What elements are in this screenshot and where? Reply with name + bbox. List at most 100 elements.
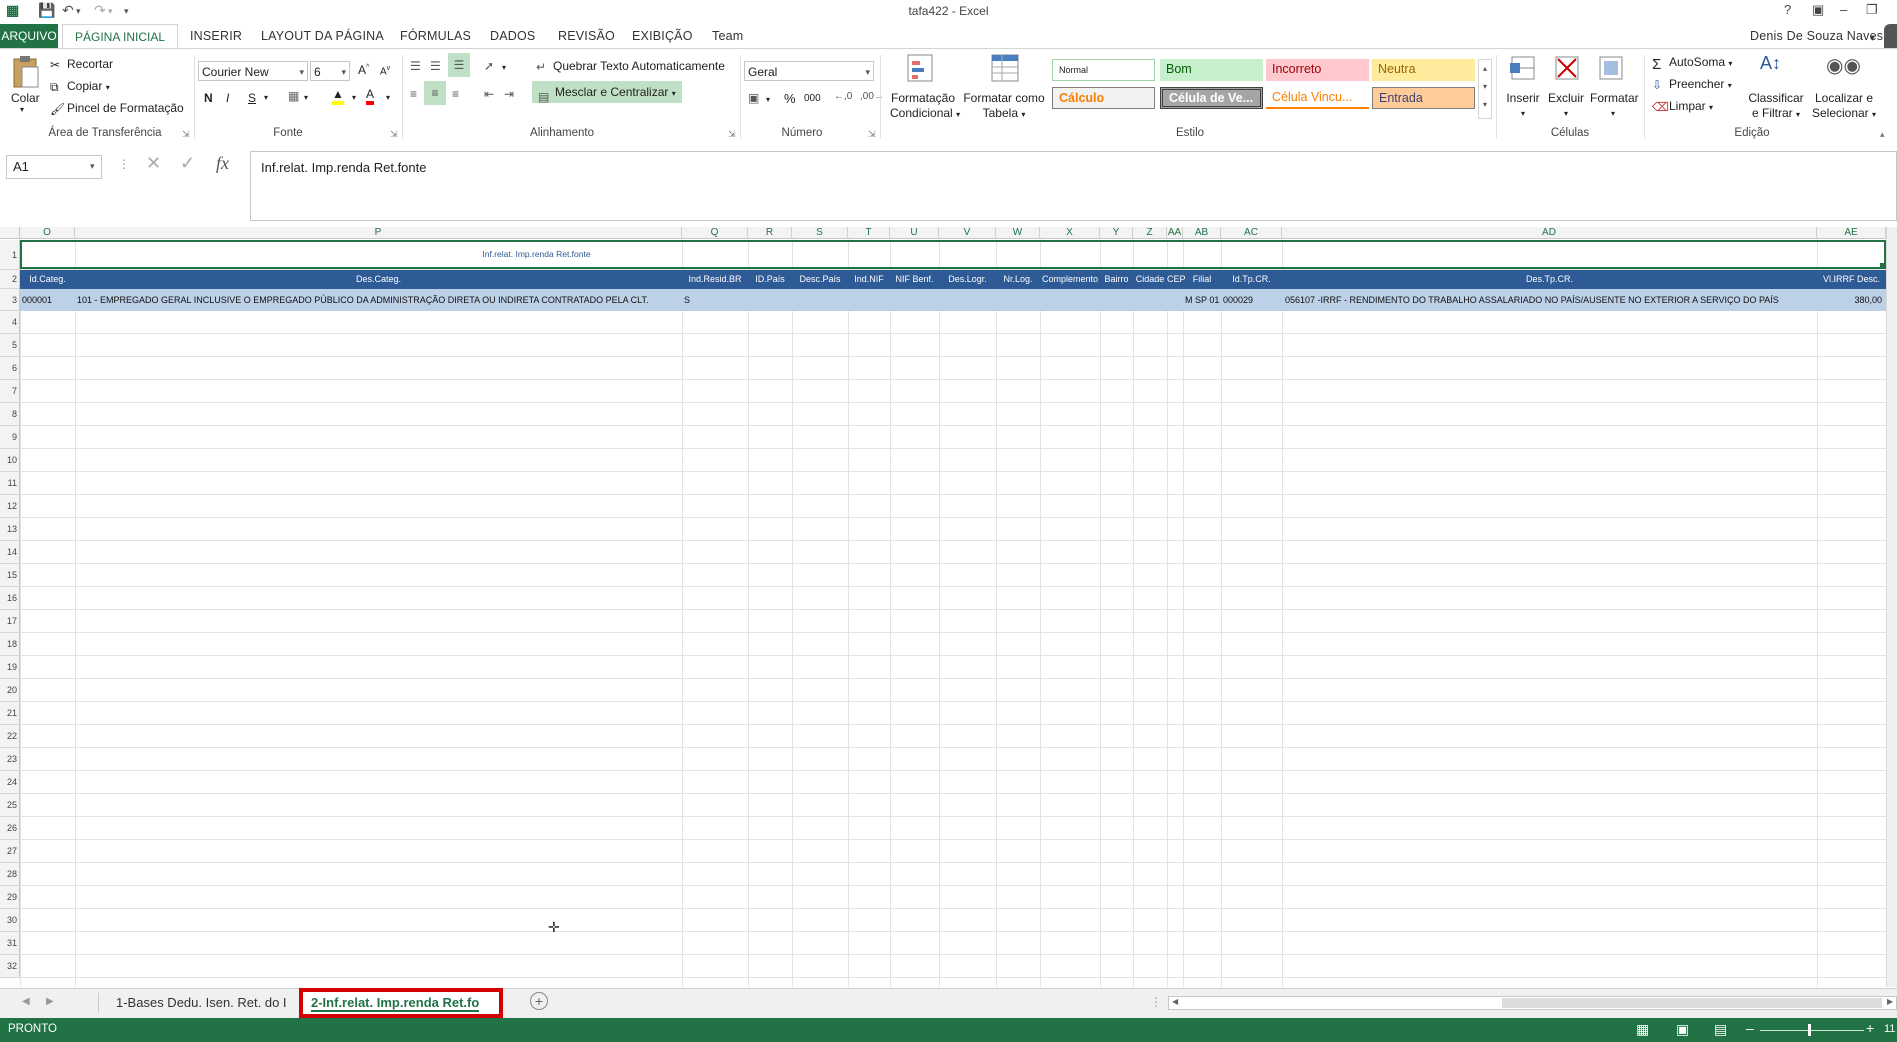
- row-header-18[interactable]: 18: [0, 633, 20, 656]
- name-box-dropdown-icon[interactable]: ▾: [90, 161, 95, 172]
- decrease-indent-icon[interactable]: ⇤: [484, 87, 494, 101]
- cut-button[interactable]: ✂ Recortar: [50, 57, 113, 72]
- font-color-icon[interactable]: A: [366, 87, 375, 105]
- clear-button[interactable]: ⌫Limpar ▾: [1652, 99, 1713, 114]
- cell-id-tp-cr[interactable]: 000029: [1223, 295, 1253, 305]
- row-header-14[interactable]: 14: [0, 541, 20, 564]
- header-cell[interactable]: Ind.Resid.BR: [682, 274, 748, 284]
- column-header-ab[interactable]: AB: [1183, 227, 1221, 239]
- cancel-icon[interactable]: ✕: [146, 153, 161, 174]
- column-header-t[interactable]: T: [848, 227, 890, 239]
- collapse-ribbon-icon[interactable]: ▴: [1880, 129, 1885, 140]
- header-cell[interactable]: Id.Tp.CR.: [1221, 274, 1282, 284]
- row-header-12[interactable]: 12: [0, 495, 20, 518]
- column-header-ad[interactable]: AD: [1282, 227, 1817, 239]
- clipboard-launcher-icon[interactable]: ⇲: [182, 129, 190, 140]
- style-bom[interactable]: Bom: [1160, 59, 1263, 81]
- add-sheet-icon[interactable]: +: [530, 992, 548, 1010]
- tab-arquivo[interactable]: ARQUIVO: [0, 24, 58, 48]
- page-break-view-icon[interactable]: ▤: [1714, 1021, 1727, 1038]
- zoom-out-icon[interactable]: –: [1746, 1020, 1754, 1036]
- avatar[interactable]: [1884, 24, 1897, 48]
- borders-icon[interactable]: ▦: [288, 89, 299, 103]
- align-middle-icon[interactable]: ☰: [430, 59, 441, 73]
- currency-dropdown-icon[interactable]: ▾: [766, 95, 770, 104]
- tab-exibicao[interactable]: EXIBIÇÃO: [632, 29, 693, 43]
- tab-dados[interactable]: DADOS: [490, 29, 535, 43]
- row-header-17[interactable]: 17: [0, 610, 20, 633]
- vertical-scrollbar[interactable]: [1886, 227, 1897, 987]
- user-name[interactable]: Denis De Souza Naves: [1750, 29, 1883, 43]
- orientation-icon[interactable]: ➚: [484, 59, 494, 73]
- style-entrada[interactable]: Entrada: [1372, 87, 1475, 109]
- copy-button[interactable]: ⧉ Copiar ▾: [50, 79, 110, 94]
- format-cells-icon[interactable]: [1596, 53, 1626, 86]
- horizontal-scroll-thumb[interactable]: [1502, 998, 1882, 1008]
- paste-icon[interactable]: [10, 55, 42, 89]
- row-header-30[interactable]: 30: [0, 909, 20, 932]
- header-cell[interactable]: CEP: [1167, 274, 1186, 284]
- format-cells-button[interactable]: Formatar ▾: [1590, 91, 1639, 119]
- font-name-combo[interactable]: Courier New ▾: [198, 61, 308, 81]
- sheet-tab-2[interactable]: 2-Inf.relat. Imp.renda Ret.fo: [311, 995, 480, 1012]
- column-header-w[interactable]: W: [996, 227, 1040, 239]
- restore-icon[interactable]: ❐: [1866, 2, 1878, 18]
- row-header-7[interactable]: 7: [0, 380, 20, 403]
- row-header-1[interactable]: 1: [0, 240, 20, 270]
- style-normal[interactable]: Normal: [1052, 59, 1155, 81]
- worksheet-grid[interactable]: O P Q R S T U V W X Y Z AA AB AC AD AE 1 2 3 4 5 6 7 8 9 10 11 12 13…: [0, 227, 1897, 987]
- zoom-level[interactable]: 11: [1884, 1023, 1895, 1035]
- scroll-tabs-left-icon[interactable]: ◀: [22, 996, 30, 1007]
- fill-handle[interactable]: [1880, 263, 1885, 268]
- horizontal-scrollbar[interactable]: ◀ ▶: [1168, 996, 1897, 1010]
- sheet-tab-1[interactable]: 1-Bases Dedu. Isen. Ret. do I: [116, 995, 287, 1010]
- ribbon-display-icon[interactable]: ▣: [1812, 2, 1824, 18]
- orientation-dropdown-icon[interactable]: ▾: [502, 63, 506, 72]
- font-launcher-icon[interactable]: ⇲: [390, 129, 398, 140]
- scroll-left-icon[interactable]: ◀: [1172, 997, 1178, 1006]
- cell-filial[interactable]: M SP 01: [1185, 295, 1219, 305]
- row-header-31[interactable]: 31: [0, 932, 20, 955]
- row-header-23[interactable]: 23: [0, 748, 20, 771]
- row-header-20[interactable]: 20: [0, 679, 20, 702]
- zoom-slider-thumb[interactable]: [1808, 1024, 1811, 1036]
- style-neutra[interactable]: Neutra: [1372, 59, 1475, 81]
- row-header-21[interactable]: 21: [0, 702, 20, 725]
- grow-font-icon[interactable]: A^: [358, 63, 369, 77]
- tab-splitter-icon[interactable]: ⋮: [1150, 995, 1162, 1009]
- row-header-25[interactable]: 25: [0, 794, 20, 817]
- underline-dropdown-icon[interactable]: ▾: [264, 93, 268, 102]
- shrink-font-icon[interactable]: Av: [380, 65, 390, 77]
- autosum-button[interactable]: Σ AutoSoma ▾: [1652, 55, 1732, 73]
- header-cell[interactable]: Cidade: [1133, 274, 1167, 284]
- row-header-32[interactable]: 32: [0, 955, 20, 978]
- header-cell[interactable]: Desc.País: [792, 274, 848, 284]
- row-header-28[interactable]: 28: [0, 863, 20, 886]
- insert-cells-icon[interactable]: [1508, 53, 1538, 86]
- style-calculo[interactable]: Cálculo: [1052, 87, 1155, 109]
- column-header-y[interactable]: Y: [1100, 227, 1133, 239]
- font-size-combo[interactable]: 6 ▾: [310, 61, 350, 81]
- column-header-ae[interactable]: AE: [1817, 227, 1886, 239]
- cell-des-categ[interactable]: 101 - EMPREGADO GERAL INCLUSIVE O EMPREG…: [77, 295, 648, 305]
- format-painter-button[interactable]: 🖌 Pincel de Formatação: [50, 101, 184, 116]
- user-dropdown-icon[interactable]: ▾: [1870, 33, 1875, 44]
- increase-indent-icon[interactable]: ⇥: [504, 87, 514, 101]
- format-table-icon[interactable]: [990, 53, 1020, 86]
- column-header-v[interactable]: V: [939, 227, 996, 239]
- select-all-corner[interactable]: [0, 227, 20, 239]
- align-top-icon[interactable]: ☰: [410, 59, 421, 73]
- fill-button[interactable]: ⇩ Preencher ▾: [1652, 77, 1732, 92]
- zoom-in-icon[interactable]: +: [1866, 1020, 1874, 1036]
- row-header-2[interactable]: 2: [0, 270, 20, 289]
- column-header-r[interactable]: R: [748, 227, 792, 239]
- enter-icon[interactable]: ✓: [180, 153, 195, 174]
- align-right-icon[interactable]: ≡: [452, 87, 459, 101]
- conditional-format-icon[interactable]: [906, 53, 934, 86]
- row-header-13[interactable]: 13: [0, 518, 20, 541]
- scroll-right-icon[interactable]: ▶: [1887, 997, 1893, 1006]
- normal-view-icon[interactable]: ▦: [1636, 1021, 1649, 1038]
- tab-formulas[interactable]: FÓRMULAS: [400, 29, 471, 43]
- paste-dropdown-icon[interactable]: ▾: [20, 105, 24, 114]
- alignment-launcher-icon[interactable]: ⇲: [728, 129, 736, 140]
